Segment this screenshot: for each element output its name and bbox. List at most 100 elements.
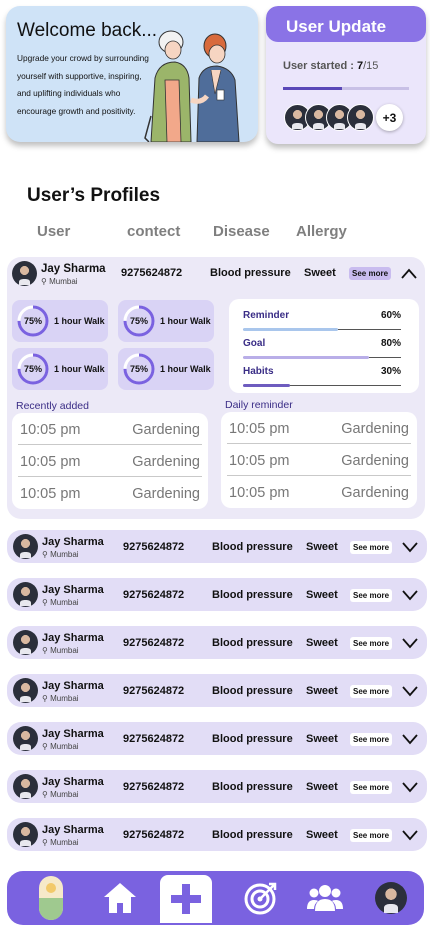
walk-progress-ring: 75% [16,304,50,338]
location-pin-icon: ⚲ [42,790,48,799]
profile-disease: Blood pressure [212,637,293,649]
location-pin-icon: ⚲ [42,550,48,559]
see-more-button[interactable]: See more [350,541,393,554]
profile-row-header[interactable]: Jay Sharma ⚲ Mumbai 9275624872 Blood pre… [7,257,425,289]
location-pin-icon: ⚲ [41,277,47,286]
activity-text: Gardening [341,485,409,501]
metric-goal: Goal 80% [243,338,401,364]
see-more-button[interactable]: See more [350,733,393,746]
chevron-down-icon[interactable] [402,683,418,699]
avatar [13,726,38,751]
walk-progress-tile[interactable]: 75% 1 hour Walk [12,348,108,390]
chevron-down-icon[interactable] [402,731,418,747]
profile-location-text: Mumbai [49,277,78,286]
profile-name: Jay Sharma [42,632,104,644]
profile-allergy: Sweet [304,267,336,279]
walk-progress-ring: 75% [122,304,156,338]
profile-row[interactable]: Jay Sharma ⚲ Mumbai 9275624872 Blood pre… [7,818,427,851]
daily-reminder-label: Daily reminder [225,399,293,411]
profile-row[interactable]: Jay Sharma ⚲ Mumbai 9275624872 Blood pre… [7,770,427,803]
metric-fill [243,328,338,331]
metric-label: Goal [243,338,266,349]
time-text: 10:05 pm [20,422,81,438]
profile-location: ⚲ Mumbai [42,598,79,607]
nav-pill[interactable] [35,871,67,925]
user-started-text: User started : 7/15 [283,60,378,72]
list-item[interactable]: 10:05 pm Gardening [12,445,208,477]
avatar [13,630,38,655]
profile-row[interactable]: Jay Sharma ⚲ Mumbai 9275624872 Blood pre… [7,722,427,755]
chevron-down-icon[interactable] [402,539,418,555]
profile-row[interactable]: Jay Sharma ⚲ Mumbai 9275624872 Blood pre… [7,674,427,707]
column-header-user: User [37,223,71,240]
profile-phone: 9275624872 [123,589,185,601]
list-item[interactable]: 10:05 pm Gardening [12,477,208,509]
see-more-button[interactable]: See more [349,267,392,280]
chevron-down-icon[interactable] [402,587,418,603]
nav-home[interactable] [100,871,140,925]
time-text: 10:05 pm [20,486,81,502]
user-started-total: /15 [363,60,379,72]
list-item[interactable]: 10:05 pm Gardening [221,412,417,444]
activity-text: Gardening [132,422,200,438]
location-pin-icon: ⚲ [42,838,48,847]
time-text: 10:05 pm [229,485,290,501]
nav-community[interactable] [305,871,345,925]
see-more-button[interactable]: See more [350,685,393,698]
profile-disease: Blood pressure [212,733,293,745]
chevron-up-icon[interactable] [401,266,417,282]
list-item[interactable]: 10:05 pm Gardening [12,413,208,445]
time-text: 10:05 pm [229,453,290,469]
avatar [13,774,38,799]
expanded-profile-card: Jay Sharma ⚲ Mumbai 9275624872 Blood pre… [7,257,425,519]
see-more-button[interactable]: See more [350,781,393,794]
avatar [13,822,38,847]
walk-progress-tile[interactable]: 75% 1 hour Walk [118,348,214,390]
time-text: 10:05 pm [20,454,81,470]
walk-percent: 75% [129,364,148,374]
more-users-badge[interactable]: +3 [376,104,403,131]
walk-percent: 75% [23,316,42,326]
chevron-down-icon[interactable] [402,635,418,651]
home-icon [104,883,136,913]
profile-phone: 9275624872 [123,829,185,841]
chevron-down-icon[interactable] [402,827,418,843]
see-more-button[interactable]: See more [350,589,393,602]
chevron-down-icon[interactable] [402,779,418,795]
profile-allergy: Sweet [306,589,338,601]
metric-value: 80% [380,338,401,349]
activity-text: Gardening [341,421,409,437]
profile-row[interactable]: Jay Sharma ⚲ Mumbai 9275624872 Blood pre… [7,626,427,659]
profile-location-text: Mumbai [50,598,79,607]
walk-progress-tile[interactable]: 75% 1 hour Walk [12,300,108,342]
walk-progress-ring: 75% [16,352,50,386]
profile-phone: 9275624872 [123,637,185,649]
profile-row[interactable]: Jay Sharma ⚲ Mumbai 9275624872 Blood pre… [7,530,427,563]
list-item[interactable]: 10:05 pm Gardening [221,476,417,508]
walk-percent: 75% [23,364,42,374]
nav-add[interactable] [160,875,212,923]
profile-row[interactable]: Jay Sharma ⚲ Mumbai 9275624872 Blood pre… [7,578,427,611]
profile-location-text: Mumbai [50,694,79,703]
column-header-contact: contect [127,223,181,240]
profile-disease: Blood pressure [210,267,291,279]
nav-profile[interactable] [373,871,409,925]
pill-icon [39,876,63,920]
profile-location-text: Mumbai [50,646,79,655]
profile-location-text: Mumbai [50,790,79,799]
profile-location: ⚲ Mumbai [42,646,79,655]
activity-text: Gardening [132,454,200,470]
profile-location: ⚲ Mumbai [42,790,79,799]
see-more-button[interactable]: See more [350,637,393,650]
location-pin-icon: ⚲ [42,646,48,655]
column-header-allergy: Allergy [296,223,347,240]
list-item[interactable]: 10:05 pm Gardening [221,444,417,476]
column-header-disease: Disease [213,223,270,240]
profile-name: Jay Sharma [42,584,104,596]
nav-goals[interactable] [241,871,281,925]
profile-location-text: Mumbai [50,838,79,847]
avatar-stack[interactable]: +3 [284,104,403,134]
see-more-button[interactable]: See more [350,829,393,842]
walk-progress-tile[interactable]: 75% 1 hour Walk [118,300,214,342]
location-pin-icon: ⚲ [42,598,48,607]
